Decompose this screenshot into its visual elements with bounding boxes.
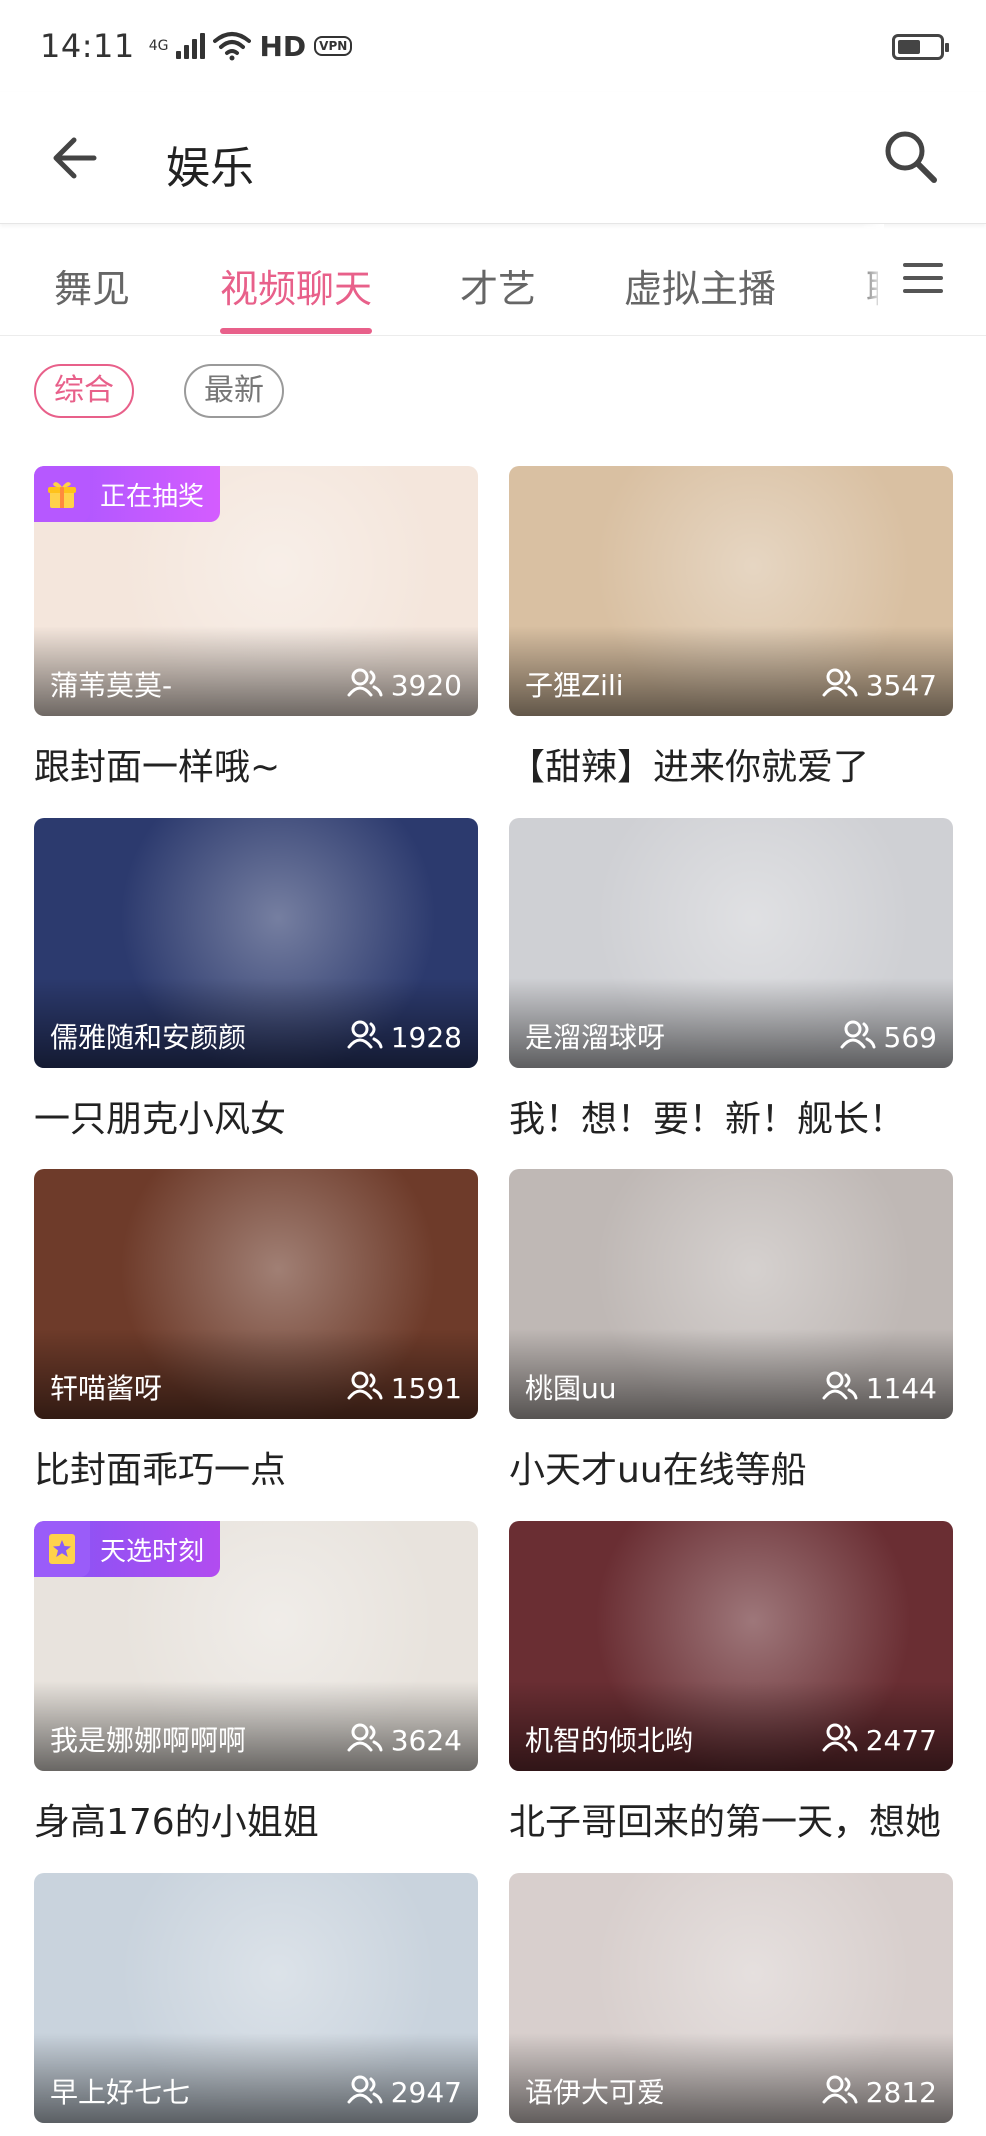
viewers-icon: [822, 667, 858, 704]
viewers-icon: [347, 1370, 383, 1407]
vpn-icon: VPN: [314, 36, 353, 56]
viewer-count: 1928: [347, 1019, 462, 1056]
room-cover-image[interactable]: 儒雅随和安颜颜 1928: [34, 818, 478, 1068]
active-tab-indicator: [220, 328, 372, 334]
room-card[interactable]: 语伊大可爱 2812: [509, 1873, 953, 2123]
viewers-icon: [347, 667, 383, 704]
viewers-icon: [822, 1722, 858, 1759]
room-card[interactable]: 天选时刻我是娜娜啊啊啊 3624 身高176的小姐姐: [34, 1521, 478, 1845]
viewer-count-value: 1591: [390, 1372, 462, 1405]
room-title[interactable]: 跟封面一样哦~: [34, 738, 478, 790]
room-title[interactable]: 【甜辣】进来你就爱了: [509, 738, 953, 790]
viewer-count-value: 3624: [390, 1724, 462, 1757]
wifi-icon: [213, 32, 252, 61]
viewer-count-value: 3920: [390, 669, 462, 702]
room-cover-image[interactable]: 子狸Zili 3547: [509, 466, 953, 716]
streamer-name: 是溜溜球呀: [525, 1021, 666, 1054]
viewer-count-value: 2477: [865, 1724, 937, 1757]
room-title[interactable]: 身高176的小姐姐: [34, 1793, 478, 1845]
viewers-icon: [822, 2074, 858, 2111]
viewers-icon: [347, 1722, 383, 1759]
tab-video-chat[interactable]: 视频聊天: [220, 258, 372, 313]
viewer-count-value: 2812: [865, 2076, 937, 2109]
viewer-count-value: 2947: [390, 2076, 462, 2109]
room-card[interactable]: 机智的倾北哟 2477 北子哥回来的第一天，想她: [509, 1521, 953, 1845]
room-cover-image[interactable]: 语伊大可爱 2812: [509, 1873, 953, 2123]
room-card[interactable]: 轩喵酱呀 1591 比封面乖巧一点: [34, 1169, 478, 1493]
status-time: 14:11: [40, 27, 135, 65]
viewer-count: 569: [840, 1019, 937, 1056]
lucky-draw-badge: 天选时刻: [34, 1521, 221, 1577]
search-icon[interactable]: [876, 122, 946, 192]
viewers-icon: [822, 1370, 858, 1407]
viewer-count: 3920: [347, 667, 462, 704]
room-title[interactable]: 小天才uu在线等船: [509, 1441, 953, 1493]
viewer-count: 3624: [347, 1722, 462, 1759]
viewers-icon: [347, 1019, 383, 1056]
tab-talent[interactable]: 才艺: [460, 258, 536, 313]
hd-label: HD: [259, 29, 307, 63]
streamer-name: 子狸Zili: [525, 669, 624, 702]
viewer-count-value: 1144: [865, 1372, 937, 1405]
viewer-count: 3547: [822, 667, 937, 704]
room-card[interactable]: 子狸Zili 3547 【甜辣】进来你就爱了: [509, 466, 953, 790]
viewer-count: 2812: [822, 2074, 937, 2111]
viewer-count-value: 3547: [865, 669, 937, 702]
top-app-bar: 娱乐: [0, 92, 986, 224]
room-cover-image[interactable]: 机智的倾北哟 2477: [509, 1521, 953, 1771]
hamburger-menu-icon[interactable]: [894, 254, 952, 306]
lottery-badge: 正在抽奖: [34, 466, 221, 522]
gift-icon: [34, 466, 90, 522]
room-cover-image[interactable]: 是溜溜球呀 569: [509, 818, 953, 1068]
viewer-count: 2947: [347, 2074, 462, 2111]
streamer-name: 早上好七七: [50, 2076, 191, 2109]
network-type-label: 4G: [148, 38, 169, 54]
room-card[interactable]: 是溜溜球呀 569 我！想！要！新！舰长！: [509, 818, 953, 1142]
streamer-name: 机智的倾北哟: [525, 1724, 694, 1757]
badge-label: 天选时刻: [100, 1536, 205, 1567]
viewers-icon: [347, 2074, 383, 2111]
room-title[interactable]: 我！想！要！新！舰长！: [509, 1090, 953, 1142]
tab-virtual-streamer[interactable]: 虚拟主播: [624, 258, 776, 313]
viewer-count-value: 1928: [390, 1021, 462, 1054]
room-title[interactable]: 北子哥回来的第一天，想她: [509, 1793, 953, 1845]
filter-chip-comprehensive[interactable]: 综合: [34, 364, 134, 418]
streamer-name: 我是娜娜啊啊啊: [50, 1724, 247, 1757]
battery-icon: [892, 34, 949, 60]
viewer-count: 1144: [822, 1370, 937, 1407]
streamer-name: 语伊大可爱: [525, 2076, 666, 2109]
signal-strength-icon: [176, 33, 206, 59]
room-cover-image[interactable]: 桃園uu 1144: [509, 1169, 953, 1419]
status-icons: 4G HD VPN: [149, 30, 353, 63]
tab-fade: [860, 224, 884, 334]
viewers-icon: [840, 1019, 876, 1056]
room-card[interactable]: 正在抽奖蒲苇莫莫- 3920 跟封面一样哦~: [34, 466, 478, 790]
room-card[interactable]: 桃園uu 1144 小天才uu在线等船: [509, 1169, 953, 1493]
room-card[interactable]: 早上好七七 2947: [34, 1873, 478, 2123]
streamer-name: 儒雅随和安颜颜: [50, 1021, 247, 1054]
room-cover-image[interactable]: 天选时刻我是娜娜啊啊啊 3624: [34, 1521, 478, 1771]
ticket-star-icon: [34, 1521, 90, 1577]
room-card[interactable]: 儒雅随和安颜颜 1928 一只朋克小风女: [34, 818, 478, 1142]
filter-chip-latest[interactable]: 最新: [184, 364, 284, 418]
room-title[interactable]: 比封面乖巧一点: [34, 1441, 478, 1493]
viewer-count: 1591: [347, 1370, 462, 1407]
room-cover-image[interactable]: 轩喵酱呀 1591: [34, 1169, 478, 1419]
back-arrow-icon[interactable]: [44, 126, 108, 190]
room-cover-image[interactable]: 早上好七七 2947: [34, 1873, 478, 2123]
viewer-count: 2477: [822, 1722, 937, 1759]
streamer-name: 桃園uu: [525, 1372, 617, 1405]
status-bar: 14:11 4G HD VPN: [0, 0, 986, 92]
battery-level: [898, 40, 920, 54]
category-tabs: 舞见 视频聊天 才艺 虚拟主播 聊: [0, 224, 986, 336]
page-title: 娱乐: [166, 143, 254, 194]
streamer-name: 蒲苇莫莫-: [50, 669, 173, 702]
viewer-count-value: 569: [883, 1021, 937, 1054]
room-cover-image[interactable]: 正在抽奖蒲苇莫莫- 3920: [34, 466, 478, 716]
room-title[interactable]: 一只朋克小风女: [34, 1090, 478, 1142]
streamer-name: 轩喵酱呀: [50, 1372, 163, 1405]
tab-wujian[interactable]: 舞见: [54, 258, 130, 313]
badge-label: 正在抽奖: [100, 481, 205, 512]
